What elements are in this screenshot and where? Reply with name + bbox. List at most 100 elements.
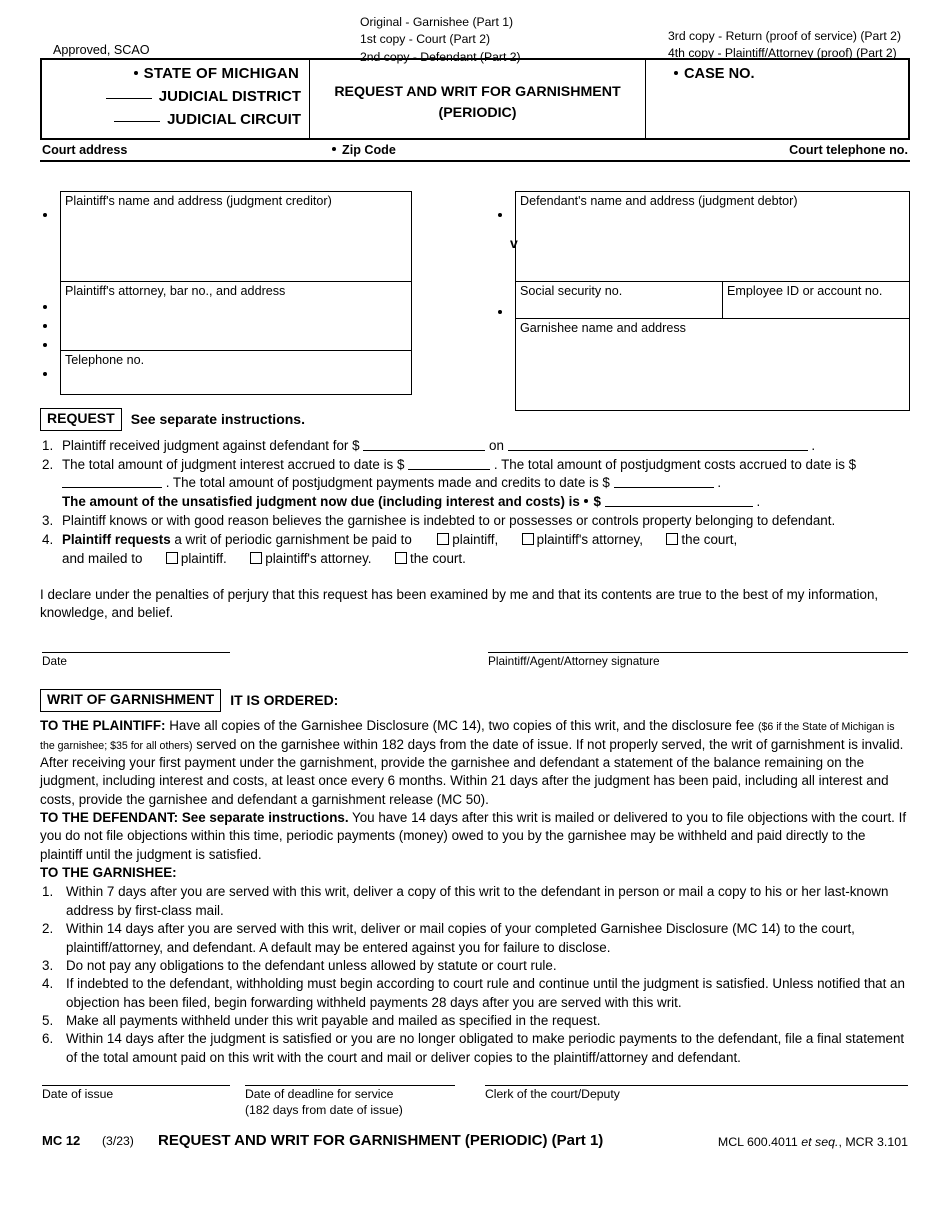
copy-line: 1st copy - Court (Part 2) (360, 32, 491, 47)
deadline-for-service-line[interactable]: Date of deadline for service (182 days f… (245, 1085, 455, 1118)
employee-id-box[interactable]: Employee ID or account no. (722, 281, 910, 319)
issue-signature-row: Date of issue Date of deadline for servi… (40, 1085, 910, 1125)
garnishee-item-text: If indebted to the defendant, withholdin… (66, 976, 905, 1010)
plaintiff-name-address-label: Plaintiff's name and address (judgment c… (65, 194, 332, 208)
paid-to-attorney-label: plaintiff's attorney, (536, 532, 643, 548)
unsatisfied-judgment-period: . (756, 494, 761, 510)
defendant-name-address-box[interactable]: Defendant's name and address (judgment d… (515, 191, 910, 282)
copy-line: 4th copy - Plaintiff/Attorney (proof) (P… (668, 46, 897, 61)
request-item-2: 2. The total amount of judgment interest… (40, 456, 910, 511)
deadline-sublabel: (182 days from date of issue) (245, 1102, 403, 1117)
fill-bullet-icon (674, 71, 678, 75)
case-no-row: CASE NO. (674, 65, 908, 84)
fill-bullet-icon (43, 372, 47, 376)
paid-to-court-checkbox[interactable] (666, 533, 679, 546)
judgment-interest-field[interactable] (408, 469, 491, 470)
item-number: 1. (42, 437, 54, 453)
court-address-label: Court address (42, 143, 128, 157)
plaintiff-attorney-label: Plaintiff's attorney, bar no., and addre… (65, 284, 286, 298)
mailed-to-row: and mailed to plaintiff. plaintiff's att… (62, 550, 910, 568)
judgment-date-field[interactable] (507, 449, 808, 451)
mailed-to-court-checkbox[interactable] (395, 552, 407, 565)
it-is-ordered-label: IT IS ORDERED: (230, 691, 339, 708)
unsatisfied-dollar-sign: $ (593, 494, 601, 510)
defendant-name-address-label: Defendant's name and address (judgment d… (520, 194, 798, 208)
copy-line: Original - Garnishee (Part 1) (360, 15, 514, 29)
item-number: 6. (42, 1031, 54, 1047)
item-number: 3. (42, 957, 54, 973)
judgment-amount-field[interactable] (363, 449, 486, 451)
request-date-line[interactable]: Date (42, 652, 230, 669)
mailed-to-attorney-label: plaintiff's attorney. (265, 551, 372, 567)
postjudgment-payments-field[interactable] (613, 487, 714, 489)
item-number: 5. (42, 1012, 54, 1028)
request-item-1: 1. Plaintiff received judgment against d… (40, 437, 910, 455)
zip-code-label: Zip Code (332, 142, 396, 158)
copy-line: 2nd copy - Defendant (Part 2) (360, 49, 521, 64)
circuit-blank-field[interactable] (114, 121, 161, 123)
case-number-cell[interactable]: CASE NO. (646, 60, 908, 138)
fill-bullet-icon (498, 213, 502, 217)
paid-to-plaintiff-checkbox[interactable] (437, 533, 450, 546)
paid-to-attorney-checkbox[interactable] (521, 533, 534, 546)
parties-section: Plaintiff's name and address (judgment c… (40, 180, 910, 411)
garnishee-item: 6. Within 14 days after the judgment is … (40, 1030, 910, 1067)
deadline-label: Date of deadline for service (245, 1087, 394, 1102)
item-number: 2. (42, 457, 54, 472)
copies-left-list: Original - Garnishee (Part 1) 1st copy -… (360, 14, 521, 66)
copy-line: 3rd copy - Return (proof of service) (Pa… (668, 29, 901, 43)
postjudgment-costs-field[interactable] (62, 487, 162, 489)
to-the-defendant-paragraph: TO THE DEFENDANT: See separate instructi… (40, 809, 910, 864)
case-no-label: CASE NO. (684, 66, 755, 82)
mailed-to-attorney-checkbox[interactable] (250, 552, 263, 565)
form-revision-date: (3/23) (102, 1134, 134, 1149)
employee-id-label: Employee ID or account no. (727, 284, 883, 298)
item-1-text-c: . (811, 437, 816, 453)
item-2-text-d: . (717, 475, 722, 491)
to-the-plaintiff-paragraph: TO THE PLAINTIFF: Have all copies of the… (40, 717, 910, 809)
form-title-line2: (PERIODIC) (438, 104, 517, 121)
garnishee-item: 2. Within 14 days after you are served w… (40, 920, 910, 957)
item-1-text-b: on (489, 437, 504, 453)
mailed-to-court-label: the court. (410, 551, 466, 567)
request-item-4: 4. Plaintiff requests a writ of periodic… (40, 531, 910, 568)
request-item-3: 3. Plaintiff knows or with good reason b… (40, 512, 910, 530)
district-blank-field[interactable] (105, 98, 152, 100)
social-security-box[interactable]: Social security no. (515, 281, 723, 319)
to-the-plaintiff-label: TO THE PLAINTIFF: (40, 718, 166, 734)
garnishee-item-text: Within 7 days after you are served with … (66, 884, 889, 918)
header-copies-bar: Approved, SCAO Original - Garnishee (Par… (40, 0, 910, 64)
request-signature-line[interactable]: Plaintiff/Agent/Attorney signature (488, 652, 908, 669)
unsatisfied-judgment-row: The amount of the unsatisfied judgment n… (62, 493, 910, 511)
item-4-text-a: a writ of periodic garnishment be paid t… (174, 532, 412, 548)
garnishee-item-text: Do not pay any obligations to the defend… (66, 957, 557, 973)
form-page: Approved, SCAO Original - Garnishee (Par… (0, 0, 950, 1230)
copies-right-list: 3rd copy - Return (proof of service) (Pa… (668, 28, 901, 63)
mailed-to-plaintiff-label: plaintiff. (180, 551, 227, 567)
item-3-text: Plaintiff knows or with good reason beli… (62, 513, 836, 529)
writ-tag: WRIT OF GARNISHMENT (40, 689, 222, 713)
to-the-garnishee-label: TO THE GARNISHEE: (40, 865, 177, 881)
legal-citation: MCL 600.4011 et seq., MCR 3.101 (717, 1135, 908, 1150)
judicial-circuit-label: JUDICIAL CIRCUIT (167, 111, 301, 129)
item-number: 4. (42, 976, 54, 992)
plaintiff-requests-label: Plaintiff requests (62, 532, 171, 548)
unsatisfied-judgment-field[interactable] (604, 506, 753, 508)
mailed-to-plaintiff-checkbox[interactable] (165, 552, 178, 565)
fill-bullet-icon (43, 343, 47, 347)
to-the-garnishee-heading: TO THE GARNISHEE: (40, 864, 910, 882)
request-items-list: 1. Plaintiff received judgment against d… (40, 437, 910, 569)
fill-bullet-icon (43, 305, 47, 309)
request-section-header: REQUEST See separate instructions. (40, 408, 910, 431)
plaintiff-name-address-box[interactable]: Plaintiff's name and address (judgment c… (60, 191, 412, 282)
garnishee-name-address-box[interactable]: Garnishee name and address (515, 318, 910, 411)
request-signature-row: Date Plaintiff/Agent/Attorney signature (40, 652, 910, 682)
item-4-text-b: and mailed to (62, 551, 143, 567)
clerk-signature-line[interactable]: Clerk of the court/Deputy (485, 1085, 908, 1103)
fill-bullet-icon (498, 310, 502, 314)
item-2-text-a: The total amount of judgment interest ac… (62, 457, 405, 472)
plaintiff-telephone-box[interactable]: Telephone no. (60, 350, 412, 395)
state-of-michigan-row: STATE OF MICHIGAN (42, 64, 301, 83)
plaintiff-attorney-box[interactable]: Plaintiff's attorney, bar no., and addre… (60, 281, 412, 351)
date-of-issue-line[interactable]: Date of issue (42, 1085, 230, 1103)
